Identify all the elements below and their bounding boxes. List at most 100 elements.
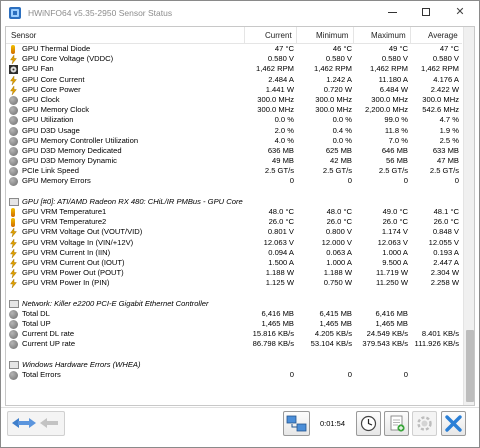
title-bar[interactable]: HWiNFO64 v5.35-2950 Sensor Status ✕ [1, 1, 479, 25]
sensor-name: Current DL rate [22, 329, 75, 339]
close-window-button[interactable]: ✕ [443, 1, 477, 25]
sensor-name: GPU Memory Controller Utilization [22, 135, 139, 145]
average-value: 0 [454, 176, 459, 186]
navigate-arrows-icon [12, 418, 58, 428]
column-divider[interactable] [244, 27, 245, 44]
column-divider[interactable] [353, 27, 354, 44]
sensor-name: GPU VRM Temperature2 [22, 217, 107, 227]
sensor-row[interactable]: GPU Memory Clock 300.0 MHz 300.0 MHz 2,200.… [6, 105, 462, 116]
sensor-group-row[interactable]: Network: Killer e2200 PCI-E Gigabit Ethe… [6, 299, 462, 309]
current-value: 636 MB [267, 145, 294, 155]
sensor-row[interactable]: GPU VRM Current Out (IOUT) 1.500 A 1.000 A… [6, 258, 462, 269]
logging-button[interactable] [384, 411, 409, 436]
navigate-sensors-button[interactable] [7, 411, 65, 436]
minimum-value: 1,465 MB [319, 319, 352, 329]
minimum-value: 26.0 °C [326, 217, 352, 227]
voltage-icon [9, 54, 18, 65]
sensor-name: GPU VRM Current In (IIN) [22, 247, 111, 257]
sensor-row[interactable]: GPU Core Voltage (VDDC) 0.580 V 0.580 V 0.5… [6, 54, 462, 65]
sensor-row[interactable]: GPU Core Power 1.441 W 0.720 W 6.484 W 2.422… [6, 85, 462, 95]
minimum-value: 0 [347, 176, 352, 186]
average-value: 8.401 KB/s [421, 329, 459, 339]
current-value: 49 MB [272, 156, 294, 166]
sensor-grid[interactable]: Sensor Current Minimum Maximum Average G… [5, 26, 475, 406]
sensor-row[interactable]: GPU VRM Voltage In (VIN/+12V) 12.063 V 12.… [6, 238, 462, 248]
sensor-row[interactable]: Total UP 1,465 MB 1,465 MB 1,465 MB [6, 319, 462, 330]
average-value: 111.926 KB/s [414, 339, 459, 349]
sensor-row[interactable]: GPU VRM Power In (PIN) 1.125 W 0.750 W 11.2… [6, 278, 462, 289]
current-value: 26.0 °C [268, 217, 294, 227]
sensor-row[interactable]: GPU VRM Temperature1 48.0 °C 48.0 °C 49.0 °… [6, 207, 462, 217]
minimum-value: 0.750 W [323, 278, 352, 288]
hwinfo-app-icon [9, 7, 21, 19]
sensor-name: GPU Fan [22, 64, 54, 74]
close-sensors-button[interactable] [441, 411, 466, 436]
sensor-row[interactable]: Current DL rate 15.816 KB/s 4.205 KB/s 24.5… [6, 329, 462, 340]
network-computers-icon [286, 415, 307, 432]
column-header-minimum[interactable]: Minimum [316, 31, 348, 40]
settings-button[interactable] [412, 411, 437, 436]
sensor-group-row[interactable]: GPU [#0]: ATI/AMD Radeon RX 480: CHiL/IR… [6, 197, 462, 207]
network-button[interactable] [283, 411, 310, 436]
sensor-row[interactable]: GPU Utilization 0.0 % 0.0 % 99.0 % 4.7 % [6, 115, 462, 126]
sensor-row[interactable]: GPU Core Current 2.484 A 1.242 A 11.180 A 4.… [6, 75, 462, 85]
minimize-button[interactable] [375, 1, 409, 25]
voltage-icon [9, 237, 18, 248]
minimum-value: 4.205 KB/s [314, 329, 352, 339]
current-value: 0.0 % [274, 115, 294, 125]
maximize-button[interactable] [409, 1, 443, 25]
minimum-value: 300.0 MHz [315, 94, 352, 104]
row-spacer [6, 289, 462, 299]
sensor-row[interactable]: Total DL 6,416 MB 6,415 MB 6,416 MB [6, 309, 462, 319]
sensor-row[interactable]: GPU Clock 300.0 MHz 300.0 MHz 300.0 MHz 300.… [6, 95, 462, 105]
sensor-row[interactable]: PCIe Link Speed 2.5 GT/s 2.5 GT/s 2.5 GT/s 2… [6, 166, 462, 177]
average-value: 2.5 % [439, 135, 459, 145]
sensor-row[interactable]: Current UP rate 86.798 KB/s 53.104 KB/s 379… [6, 339, 462, 350]
column-header-sensor[interactable]: Sensor [11, 31, 36, 40]
sensor-name: Total Errors [22, 370, 61, 379]
scrollbar-thumb[interactable] [466, 330, 474, 402]
sensor-row[interactable]: GPU VRM Power Out (POUT) 1.188 W 1.188 W 11… [6, 268, 462, 279]
minimum-value: 0.720 W [323, 84, 352, 94]
vertical-scrollbar[interactable] [463, 27, 474, 405]
sensor-name: GPU Core Power [22, 84, 81, 94]
link-icon [9, 167, 18, 177]
column-header-maximum[interactable]: Maximum [371, 31, 406, 40]
sensor-row[interactable]: Total Errors 0 0 0 [6, 370, 462, 380]
minimum-value: 1,462 RPM [314, 64, 352, 74]
average-value: 300.0 MHz [422, 94, 459, 104]
sensor-row[interactable]: GPU Memory Controller Utilization 4.0 % 0.… [6, 136, 462, 146]
column-header-current[interactable]: Current [265, 31, 292, 40]
sensor-row[interactable]: GPU VRM Temperature2 26.0 °C 26.0 °C 26.0 °… [6, 217, 462, 228]
sensor-row[interactable]: GPU Memory Errors 0 0 0 0 [6, 176, 462, 187]
sensor-name: GPU VRM Voltage In (VIN/+12V) [22, 237, 134, 247]
sensor-row[interactable]: GPU D3D Memory Dynamic 49 MB 42 MB 56 MB 47 … [6, 156, 462, 167]
sensor-status-window: HWiNFO64 v5.35-2950 Sensor Status ✕ Sens… [0, 0, 480, 448]
average-value: 633 MB [432, 145, 459, 155]
sensor-row[interactable]: GPU VRM Current In (IIN) 0.094 A 0.063 A 1.… [6, 248, 462, 258]
sensor-row[interactable]: GPU Thermal Diode 47 °C 46 °C 49 °C 47 °C [6, 44, 462, 54]
maximum-value: 0 [403, 370, 408, 379]
sensor-row[interactable]: GPU Fan 1,462 RPM 1,462 RPM 1,462 RPM 1,462 … [6, 64, 462, 75]
column-divider[interactable] [410, 27, 411, 44]
maximum-value: 24.549 KB/s [366, 329, 408, 339]
minimum-value: 0.063 A [326, 247, 352, 257]
current-value: 86.798 KB/s [252, 339, 294, 349]
sensor-group-row[interactable]: Windows Hardware Errors (WHEA) [6, 360, 462, 370]
clock-icon [9, 95, 18, 105]
column-header-average[interactable]: Average [428, 31, 458, 40]
maximum-value: 56 MB [386, 156, 408, 166]
current-value: 0 [289, 176, 294, 186]
maximum-value: 7.0 % [388, 135, 408, 145]
maximum-value: 26.0 °C [382, 217, 408, 227]
maximum-value: 11.719 W [376, 268, 408, 278]
reset-timer-button[interactable] [356, 411, 381, 436]
sensor-row[interactable]: GPU D3D Memory Dedicated 636 MB 625 MB 646 … [6, 146, 462, 156]
column-divider[interactable] [296, 27, 297, 44]
sensor-row[interactable]: GPU D3D Usage 2.0 % 0.4 % 11.8 % 1.9 % [6, 126, 462, 136]
sensor-name: GPU Thermal Diode [22, 44, 91, 53]
minimum-value: 0 [347, 370, 352, 379]
current-value: 1.188 W [265, 268, 294, 278]
current-value: 0.580 V [267, 54, 294, 64]
sensor-row[interactable]: GPU VRM Voltage Out (VOUT/VID) 0.801 V 0.8… [6, 227, 462, 238]
